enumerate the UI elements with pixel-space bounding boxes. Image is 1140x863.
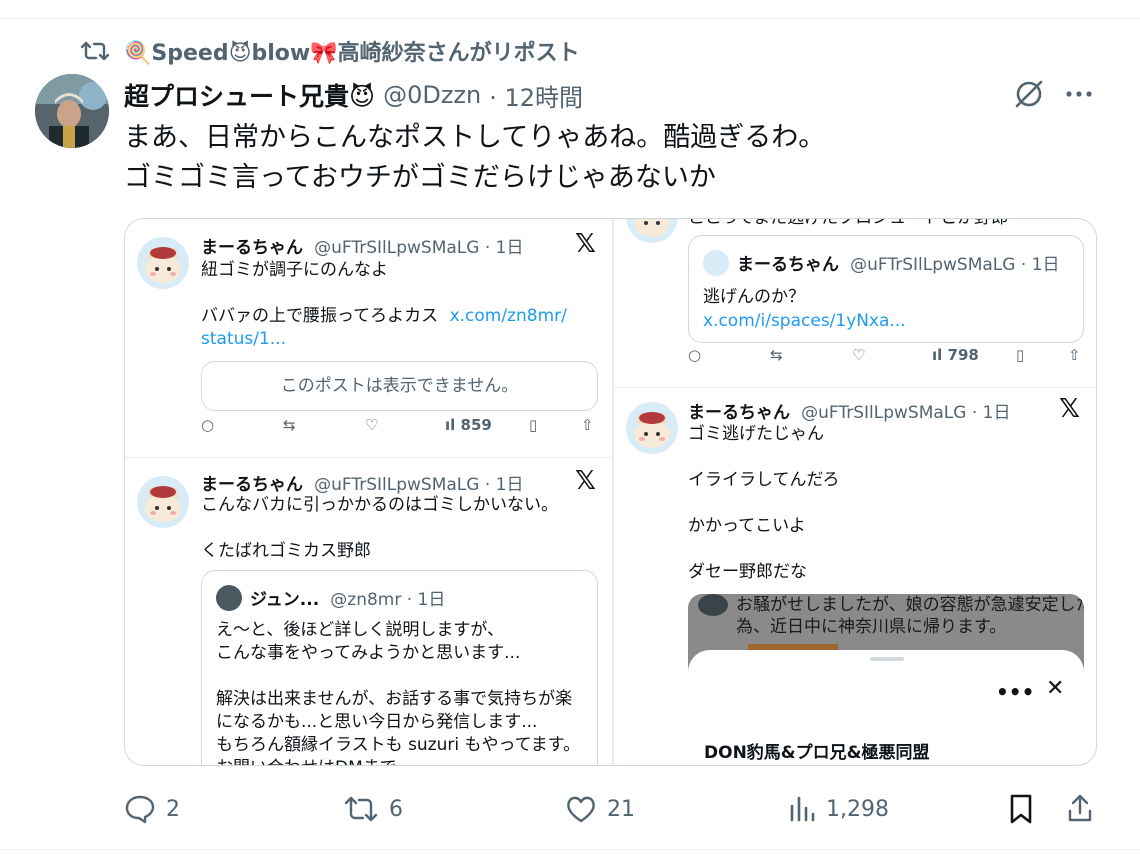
post-text-line: まあ、日常からこんなポストしてりゃあね。酷過ぎるわ。 — [124, 122, 826, 153]
screenshot-left-top: まーるちゃん @uFTrSIlLpwSMaLG · 1日 𝕏 紐ゴミが調子にのん… — [125, 219, 612, 455]
bottom-sheet: ••• ✕ DON豹馬&プロ兄&極悪同盟 — [688, 650, 1084, 765]
post-time[interactable]: · 12時間 — [489, 78, 583, 113]
overlay-text-line: 為、近日中に神奈川県に帰ります。 — [736, 617, 1007, 637]
views-count: 1,298 — [826, 796, 889, 822]
tweet-text-line: ゴミ逃げたじゃん — [688, 424, 824, 444]
share-icon: ⇧ — [581, 416, 594, 434]
unavailable-text: このポストは表示できません。 — [280, 375, 519, 396]
grok-icon[interactable] — [1013, 78, 1045, 110]
views-count: ıl 859 — [445, 416, 492, 434]
cat-avatar — [703, 250, 729, 276]
x-logo-icon: 𝕏 — [575, 466, 596, 496]
quote-text-line: お問い合わせはDMまで — [216, 757, 397, 765]
tweet-text-line: こんなバカに引っかかるのはゴミしかいない。 — [201, 495, 558, 515]
repost-icon — [80, 39, 110, 63]
share-icon — [1066, 793, 1094, 825]
reply-icon: ○ — [201, 416, 215, 434]
top-divider — [0, 18, 1140, 19]
tweet-text-line: 紐ゴミが調子にのんなよ — [201, 260, 388, 280]
quote-text-line: え〜と、後ほど詳しく説明しますが、 — [216, 620, 504, 640]
sheet-more-icon: ••• — [996, 680, 1035, 704]
bookmark-button[interactable] — [1007, 788, 1035, 830]
tweet-text-line: くたばれゴミカス野郎 — [201, 541, 371, 561]
cat-avatar — [626, 402, 678, 454]
screenshot-right-top: ここってまた逃げたプロシュートとか野郎 まーるちゃん @uFTrSIlLpwSM… — [614, 219, 1096, 387]
repost-icon: ⇆ — [283, 416, 296, 434]
quoted-tweet: まーるちゃん @uFTrSIlLpwSMaLG · 1日 逃げんのか？ x.co… — [688, 235, 1084, 343]
more-options-icon[interactable] — [1063, 80, 1095, 108]
sheet-handle — [870, 657, 904, 661]
reply-count: 2 — [166, 796, 180, 822]
share-icon: ⇧ — [1068, 346, 1081, 364]
cat-avatar — [137, 237, 189, 289]
quote-text-line: 解決は出来ませんが、お話する事で気持ちが楽 — [216, 689, 573, 709]
repost-icon — [343, 794, 379, 824]
cat-avatar — [626, 219, 678, 243]
views-count: ıl 798 — [932, 346, 979, 364]
bookmark-icon: ▯ — [1016, 346, 1025, 364]
tweet-link: x.com/zn8mr/ — [449, 306, 567, 326]
bottom-divider — [0, 849, 1140, 850]
post-text-line: ゴミゴミ言っておウチがゴミだらけじゃあないか — [124, 162, 716, 193]
views-button[interactable]: 1,298 — [788, 788, 889, 830]
bookmark-icon: ▯ — [529, 416, 538, 434]
tweet-author-handle: @uFTrSIlLpwSMaLG · 1日 — [314, 238, 524, 258]
author-handle[interactable]: @0Dzzn — [383, 81, 481, 109]
tweet-author-name: まーるちゃん — [201, 238, 303, 258]
media-image[interactable]: まーるちゃん @uFTrSIlLpwSMaLG · 1日 𝕏 紐ゴミが調子にのん… — [124, 218, 1097, 766]
screenshot-left-bottom: まーるちゃん @uFTrSIlLpwSMaLG · 1日 𝕏 こんなバカに引っか… — [125, 458, 612, 765]
embedded-screenshot: お騒がせしましたが、娘の容態が急遽安定した 為、近日中に神奈川県に帰ります。 •… — [688, 594, 1084, 765]
tweet-text-line: イライラしてんだろ — [688, 470, 840, 490]
repost-count: 6 — [389, 796, 403, 822]
quote-author-handle: @uFTrSIlLpwSMaLG · 1日 — [850, 255, 1060, 275]
quote-link: x.com/i/spaces/1yNxa... — [703, 311, 906, 331]
tweet-text-line: かかってこいよ — [688, 516, 806, 536]
sheet-title: DON豹馬&プロ兄&極悪同盟 — [704, 743, 930, 763]
bookmark-icon — [1007, 793, 1035, 825]
like-icon: ♡ — [852, 346, 866, 364]
tweet-text-line: ババァの上で腰振ってろよカス — [201, 306, 439, 326]
like-count: 21 — [607, 796, 635, 822]
tweet-author-handle: @uFTrSIlLpwSMaLG · 1日 — [314, 475, 524, 495]
overlay-text-line: お騒がせしましたが、娘の容態が急遽安定した — [736, 595, 1084, 615]
reply-icon — [124, 794, 156, 824]
author-row: 超プロシュート兄貴😈 @0Dzzn · 12時間 — [124, 76, 583, 114]
tweet-author-name: まーるちゃん — [201, 475, 303, 495]
repost-button[interactable]: 6 — [343, 788, 403, 830]
share-button[interactable] — [1066, 788, 1094, 830]
quote-author-name: まーるちゃん — [737, 255, 839, 275]
reply-button[interactable]: 2 — [124, 788, 180, 830]
cat-avatar — [137, 476, 189, 528]
author-name[interactable]: 超プロシュート兄貴😈 — [124, 77, 375, 113]
repost-text[interactable]: 🍭Speed😈blow🎀高崎紗奈さんがリポスト — [124, 35, 580, 67]
tweet-text-line: ダセー野郎だな — [688, 562, 807, 582]
quote-text-line: もちろん額縁イラストも suzuri もやってます。 — [216, 735, 581, 755]
x-logo-icon: 𝕏 — [575, 229, 596, 259]
tweet-author-name: まーるちゃん — [688, 403, 790, 423]
quote-author-handle: @zn8mr · 1日 — [330, 590, 446, 610]
quote-text-line: こんな事をやってみようかと思います... — [216, 643, 521, 663]
like-button[interactable]: 21 — [565, 788, 635, 830]
tweet-author-handle: @uFTrSIlLpwSMaLG · 1日 — [801, 403, 1011, 423]
quote-author-name: ジュン... — [250, 590, 320, 610]
quote-text-line: になるかも...と思い今日から発信します... — [216, 712, 538, 732]
quote-avatar — [216, 585, 242, 611]
post-text: まあ、日常からこんなポストしてりゃあね。酷過ぎるわ。 ゴミゴミ言っておウチがゴミ… — [124, 118, 825, 198]
heart-icon — [565, 794, 597, 824]
repost-icon: ⇆ — [770, 346, 783, 364]
avatar[interactable] — [35, 74, 109, 148]
cut-off-text: ここってまた逃げたプロシュートとか野郎 — [688, 219, 1008, 230]
x-logo-icon: 𝕏 — [1059, 394, 1080, 424]
quote-text: 逃げんのか？ — [703, 287, 805, 307]
unavailable-post-box: このポストは表示できません。 — [201, 361, 598, 411]
reply-icon: ○ — [688, 346, 702, 364]
overlay-avatar — [698, 594, 728, 616]
analytics-icon — [788, 794, 816, 824]
sheet-close-icon: ✕ — [1046, 676, 1065, 701]
screenshot-right-bottom: まーるちゃん @uFTrSIlLpwSMaLG · 1日 𝕏 ゴミ逃げたじゃん … — [614, 388, 1096, 765]
tweet-link: status/1... — [201, 329, 286, 349]
like-icon: ♡ — [365, 416, 379, 434]
quoted-tweet: ジュン... @zn8mr · 1日 え〜と、後ほど詳しく説明しますが、 こんな… — [201, 570, 598, 765]
repost-context[interactable]: 🍭Speed😈blow🎀高崎紗奈さんがリポスト — [80, 34, 580, 68]
